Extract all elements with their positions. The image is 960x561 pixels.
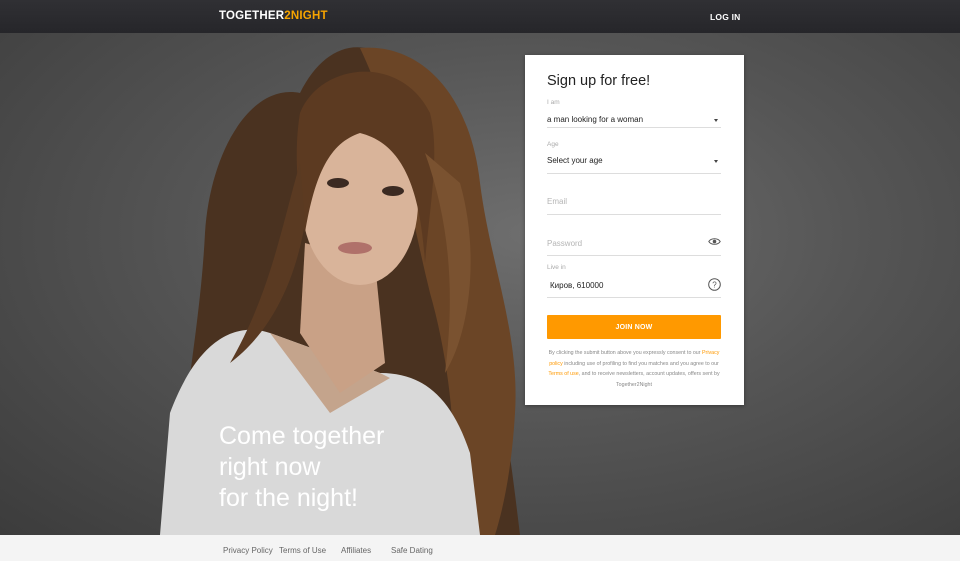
chevron-down-icon [714, 119, 718, 122]
chevron-down-icon [714, 160, 718, 163]
eye-icon[interactable] [708, 237, 721, 246]
legal-text: By clicking the submit button above you … [543, 348, 725, 390]
login-link[interactable]: LOG IN [710, 12, 740, 22]
i-am-label: I am [547, 99, 560, 106]
age-value: Select your age [547, 156, 603, 165]
footer-link-safe-dating[interactable]: Safe Dating [391, 546, 433, 555]
i-am-value: a man looking for a woman [547, 115, 644, 124]
live-in-label: Live in [547, 264, 566, 271]
age-label: Age [547, 141, 559, 148]
age-select[interactable]: Age Select your age [547, 141, 721, 174]
footer-link-terms-of-use[interactable]: Terms of Use [279, 546, 326, 555]
footer: Privacy Policy Terms of Use Affiliates S… [0, 535, 960, 561]
svg-text:?: ? [712, 280, 717, 289]
top-bar: TOGETHER2NIGHT LOG IN [0, 0, 960, 33]
terms-of-use-link[interactable]: Terms of use [548, 371, 578, 377]
legal-text-3: , and to receive newsletters, account up… [578, 371, 720, 388]
tagline-line-3: for the night! [219, 484, 358, 512]
tagline-line-2: right now [219, 453, 321, 481]
footer-link-affiliates[interactable]: Affiliates [341, 546, 371, 555]
hero-photo [160, 47, 520, 535]
i-am-select[interactable]: I am a man looking for a woman [547, 99, 721, 128]
site-logo[interactable]: TOGETHER2NIGHT [219, 10, 328, 22]
email-placeholder: Email [547, 197, 568, 206]
live-in-value: Киров, 610000 [550, 281, 604, 290]
tagline-line-1: Come together [219, 422, 385, 450]
logo-text-accent: 2NIGHT [284, 10, 328, 22]
password-field[interactable]: Password [547, 225, 721, 256]
legal-text-1: By clicking the submit button above you … [548, 350, 701, 356]
signup-card: Sign up for free! I am a man looking for… [525, 55, 744, 405]
hero-section: Come together right now for the night! [0, 33, 960, 535]
signup-title: Sign up for free! [547, 73, 651, 89]
email-field[interactable]: Email [547, 183, 721, 215]
hero-tagline: Come together right now for the night! [219, 421, 384, 514]
logo-text-main: TOGETHER [219, 10, 285, 22]
live-in-field[interactable]: Live in Киров, 610000 ? [547, 264, 721, 298]
help-icon[interactable]: ? [708, 278, 721, 291]
legal-text-2: including use of profiling to find you m… [564, 360, 719, 367]
footer-link-privacy-policy[interactable]: Privacy Policy [223, 546, 273, 555]
join-now-button[interactable]: JOIN NOW [547, 315, 721, 339]
password-placeholder: Password [547, 239, 583, 248]
